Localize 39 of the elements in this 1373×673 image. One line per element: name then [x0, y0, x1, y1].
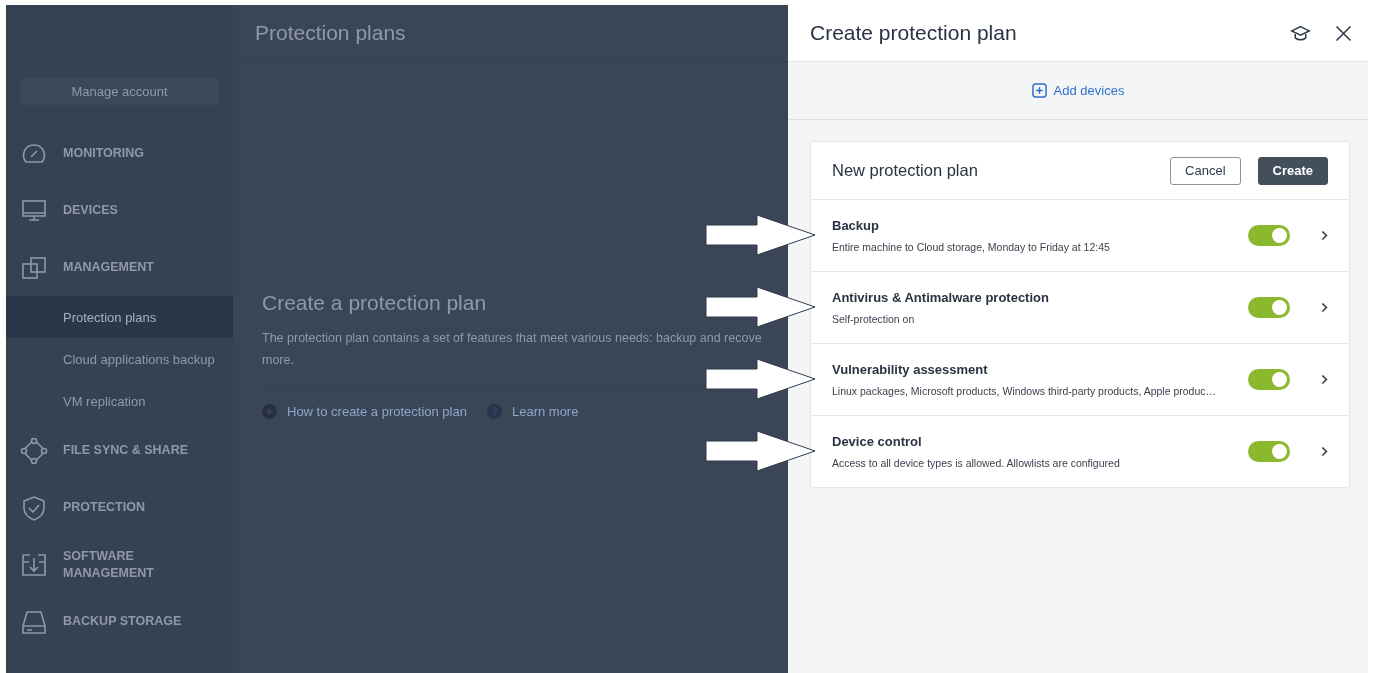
toggle-switch[interactable] [1248, 369, 1290, 390]
cancel-button[interactable]: Cancel [1170, 156, 1241, 185]
toggle-switch[interactable] [1248, 297, 1290, 318]
nav-item[interactable]: MONITORING [6, 125, 233, 182]
add-devices-button[interactable]: Add devices [1025, 82, 1131, 99]
chevron-right-icon[interactable] [1320, 301, 1328, 314]
nav-item[interactable]: PROTECTION [6, 479, 233, 536]
toggle-switch[interactable] [1248, 441, 1290, 462]
plus-square-icon [1031, 83, 1047, 98]
empty-state-title: Create a protection plan [262, 291, 488, 315]
nav-item[interactable]: FILE SYNC & SHARE [6, 422, 233, 479]
help-link[interactable]: How to create a protection plan [287, 404, 467, 419]
help-link[interactable]: Learn more [511, 404, 579, 419]
nav-subitem[interactable]: Protection plans [6, 296, 233, 338]
toggle-switch[interactable] [1248, 225, 1290, 246]
chevron-right-icon[interactable] [1320, 445, 1328, 458]
feature-description: Linux packages, Microsoft products, Windows third-party products, Apple produc… [832, 385, 1217, 397]
nav-item[interactable]: BACKUP STORAGE [6, 593, 233, 650]
ring-nodes-icon [20, 436, 48, 465]
panel-title: Create protection plan [810, 21, 1018, 45]
chevron-right-icon[interactable] [1320, 373, 1328, 386]
nav-subitem[interactable]: VM replication [6, 380, 233, 422]
shield-check-icon [20, 493, 48, 522]
chevron-right-icon[interactable] [1320, 229, 1328, 242]
feature-description: Self-protection on [832, 313, 916, 325]
plan-name: New protection plan [832, 161, 979, 180]
nav-item[interactable]: DEVICES [6, 182, 233, 239]
nav-item[interactable]: MANAGEMENT [6, 239, 233, 296]
feature-description: Entire machine to Cloud storage, Monday to Friday at 12:45 [832, 241, 1111, 253]
create-button[interactable]: Create [1257, 156, 1328, 185]
feature-title: Antivirus & Antimalware protection [832, 290, 1050, 305]
feature-title: Backup [832, 218, 880, 233]
nav-item[interactable]: SOFTWARE MANAGEMENT [6, 536, 233, 593]
page-title: Protection plans [255, 21, 406, 45]
nav-subitem[interactable]: Cloud applications backup [6, 338, 233, 380]
feature-title: Vulnerability assessment [832, 362, 989, 377]
feature-description: Access to all device types is allowed. Allowlists are configured [832, 457, 1121, 469]
feature-title: Device control [832, 434, 923, 449]
manage-account-button[interactable]: Manage account [20, 78, 219, 105]
